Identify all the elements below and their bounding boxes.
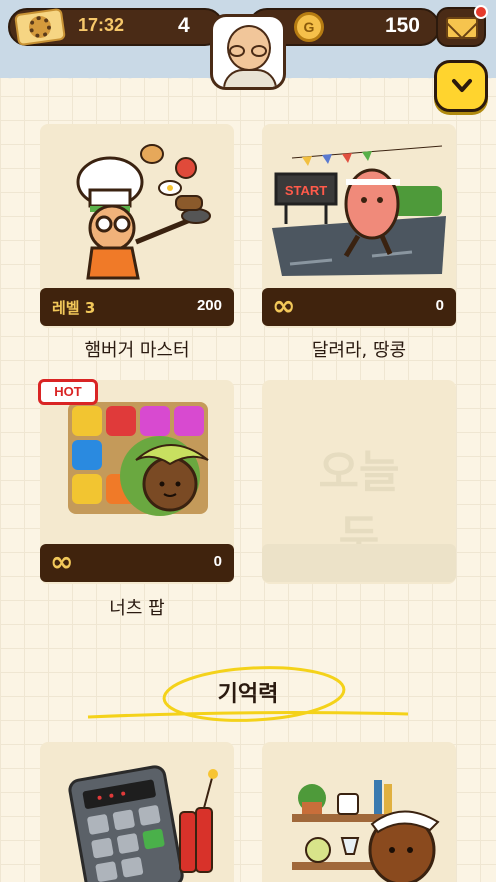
- coin-count: 150: [384, 14, 420, 37]
- game-stats-bar: ∞ 0: [262, 288, 456, 326]
- ticket-timer: 17:32: [78, 15, 125, 35]
- level-label: 레벨 3: [52, 299, 96, 317]
- game-card-nuts-pop[interactable]: ∞ 0: [40, 380, 234, 584]
- hamburger-chef-illustration: [40, 124, 234, 284]
- game-card-hamburger-master[interactable]: 레벨 3 200: [40, 124, 234, 328]
- infinity-icon: ∞: [50, 545, 74, 578]
- running-peanut-illustration: START: [262, 124, 456, 284]
- notification-dot: [474, 5, 488, 19]
- profile-avatar[interactable]: [210, 14, 286, 90]
- ticket-icon: [14, 7, 66, 47]
- high-score: 200: [196, 297, 222, 314]
- high-score: 0: [435, 297, 444, 314]
- game-card-run-peanut[interactable]: START ∞ 0: [262, 124, 456, 328]
- hot-badge: HOT: [38, 379, 98, 405]
- coin-icon: G: [294, 12, 324, 42]
- game-card-locked: 오늘두: [262, 380, 456, 584]
- section-memory: 기억력: [0, 662, 496, 732]
- game-title: 달려라, 땅콩: [311, 340, 407, 361]
- keypad-bomb-illustration: [40, 742, 234, 882]
- game-title: 햄버거 마스터: [84, 340, 190, 361]
- chevron-down-icon: [452, 79, 472, 92]
- envelope-icon: [446, 17, 478, 39]
- infinity-icon: ∞: [272, 289, 296, 322]
- game-card-memory-shelf[interactable]: [262, 742, 456, 882]
- section-title: 기억력: [217, 682, 279, 707]
- mail-button[interactable]: [436, 5, 488, 47]
- high-score: 0: [213, 553, 222, 570]
- expand-menu-button[interactable]: [434, 60, 488, 112]
- ticket-count: 4: [178, 14, 190, 37]
- game-stats-bar: 레벨 3 200: [40, 288, 234, 326]
- game-title: 너츠 팝: [109, 598, 165, 619]
- game-card-memory-keypad[interactable]: [40, 742, 234, 882]
- game-stats-bar: ∞ 0: [40, 544, 234, 582]
- start-sign-text: START: [285, 183, 327, 198]
- game-stats-bar-empty: [262, 544, 456, 582]
- shelf-peanut-illustration: [262, 742, 456, 882]
